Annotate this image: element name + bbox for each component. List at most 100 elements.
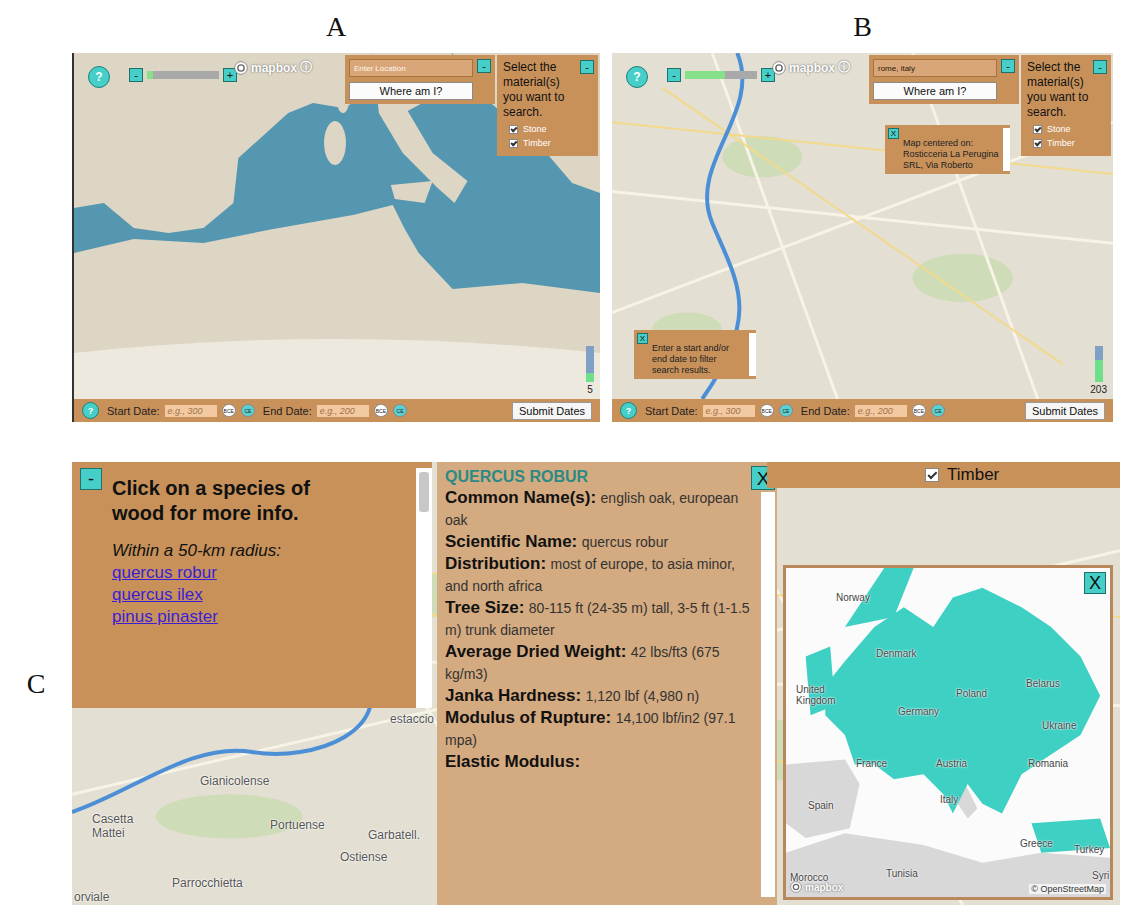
- species-field: Average Dried Weight: 42 lbs/ft3 (675 kg…: [445, 641, 755, 685]
- species-link[interactable]: pinus pinaster: [112, 606, 406, 628]
- country-label: Tunisia: [886, 868, 918, 879]
- country-label: France: [856, 758, 887, 769]
- country-label: Italy: [940, 794, 958, 805]
- materials-title: Select the material(s) you want to searc…: [1027, 60, 1091, 120]
- scrollbar[interactable]: [416, 468, 432, 708]
- era-toggle[interactable]: BCE: [760, 404, 774, 417]
- era-toggle[interactable]: BCE: [222, 404, 236, 417]
- species-title: QUERCUS ROBUR: [445, 466, 755, 487]
- panel-label: B: [612, 0, 1113, 53]
- map-label: Casetta Mattei: [92, 812, 162, 840]
- checkbox[interactable]: [1033, 139, 1042, 148]
- attribution[interactable]: © OpenStreetMap: [1029, 884, 1106, 894]
- scrollbar[interactable]: [749, 333, 756, 376]
- help-button[interactable]: ?: [88, 66, 110, 88]
- map-label: Garbatell.: [368, 828, 420, 842]
- map-area[interactable]: ?-+mapboxⓘEnter LocationWhere am I?-Sele…: [74, 53, 600, 399]
- where-am-i-button[interactable]: Where am I?: [349, 82, 473, 100]
- collapse-button[interactable]: -: [1093, 60, 1107, 74]
- result-count: 5: [586, 346, 594, 395]
- species-field: Distribution: most of europe, to asia mi…: [445, 553, 755, 597]
- map-app-panel: ?-+mapboxⓘEnter LocationWhere am I?-Sele…: [72, 53, 600, 422]
- country-label: Denmark: [876, 648, 917, 659]
- country-label: Austria: [936, 758, 967, 769]
- submit-dates-button[interactable]: Submit Dates: [512, 402, 592, 420]
- scrollbar[interactable]: [1003, 128, 1010, 171]
- popup-text: Enter a start and/or end date to filter …: [652, 333, 745, 376]
- start-date-input[interactable]: e.g., 300: [165, 405, 217, 417]
- count-bar: [586, 346, 594, 382]
- distribution-map[interactable]: Norway Denmark United Kingdom Germany Poland…: [783, 565, 1113, 900]
- help-button[interactable]: ?: [620, 402, 637, 419]
- date-filter-bar: ?Start Date:e.g., 300BCECEEnd Date:e.g.,…: [74, 399, 600, 422]
- help-button[interactable]: ?: [626, 66, 648, 88]
- country-label: Turkey: [1074, 844, 1104, 855]
- species-field: Tree Size: 80-115 ft (24-35 m) tall, 3-5…: [445, 597, 755, 641]
- era-toggle[interactable]: BCE: [374, 404, 388, 417]
- map-label: Portuense: [270, 818, 325, 832]
- country-label: United Kingdom: [796, 684, 848, 706]
- mapbox-logo[interactable]: mapboxⓘ: [772, 59, 850, 76]
- species-field: Common Name(s): english oak, european oa…: [445, 487, 755, 531]
- map-area[interactable]: ?-+mapboxⓘrome, italyWhere am I?-Select …: [612, 53, 1113, 399]
- location-input[interactable]: Enter Location: [349, 59, 473, 77]
- end-date-input[interactable]: e.g., 200: [855, 405, 907, 417]
- zoom-out-button[interactable]: -: [129, 68, 143, 82]
- species-link[interactable]: quercus robur: [112, 562, 406, 584]
- collapse-button[interactable]: -: [80, 468, 102, 490]
- where-am-i-button[interactable]: Where am I?: [873, 82, 997, 100]
- close-button[interactable]: X: [1084, 572, 1106, 594]
- range-map-drawing: [786, 568, 1110, 897]
- materials-panel: Select the material(s) you want to searc…: [1021, 55, 1111, 156]
- scrollbar[interactable]: [761, 492, 775, 897]
- checkbox[interactable]: [1033, 125, 1042, 134]
- info-popup: X Map centered on: Rosticceria La Perugin…: [885, 125, 1010, 174]
- search-panel: rome, italy Where am I?-: [869, 55, 1019, 104]
- material-option[interactable]: Timber: [915, 462, 1120, 488]
- country-label: Norway: [836, 592, 870, 603]
- collapse-button[interactable]: -: [580, 60, 594, 74]
- zoom-out-button[interactable]: -: [667, 68, 681, 82]
- era-toggle[interactable]: CE: [393, 404, 407, 417]
- close-button[interactable]: X: [888, 128, 899, 139]
- zoom-slider[interactable]: [147, 71, 219, 79]
- mapbox-logo[interactable]: mapboxⓘ: [234, 59, 312, 76]
- collapse-button[interactable]: -: [477, 59, 491, 73]
- zoom-control[interactable]: -+: [129, 68, 237, 82]
- species-field: Scientific Name: quercus robur: [445, 531, 755, 553]
- country-label: Syri: [1092, 870, 1109, 881]
- date-filter-bar: ?Start Date:e.g., 300BCECEEnd Date:e.g.,…: [612, 399, 1113, 422]
- popup-text: Map centered on: Rosticceria La Perugina…: [903, 128, 999, 171]
- map-label: Ostiense: [340, 850, 387, 864]
- help-button[interactable]: ?: [82, 402, 99, 419]
- species-link[interactable]: quercus ilex: [112, 584, 406, 606]
- figure: A?-+mapboxⓘEnter LocationWhere am I?-Sel…: [0, 0, 1137, 917]
- material-option[interactable]: Timber: [1027, 138, 1107, 148]
- checkbox[interactable]: [925, 468, 939, 482]
- location-input[interactable]: rome, italy: [873, 59, 997, 77]
- map-app-panel: ?-+mapboxⓘrome, italyWhere am I?-Select …: [612, 53, 1113, 422]
- era-toggle[interactable]: CE: [779, 404, 793, 417]
- era-toggle[interactable]: BCE: [912, 404, 926, 417]
- submit-dates-button[interactable]: Submit Dates: [1025, 402, 1105, 420]
- era-toggle[interactable]: CE: [931, 404, 945, 417]
- checkbox[interactable]: [509, 125, 518, 134]
- materials-panel: Select the material(s) you want to searc…: [497, 55, 598, 156]
- species-detail-view: GianicolenseCasetta MatteiPortuenseGarba…: [72, 462, 1120, 905]
- collapse-button[interactable]: -: [1001, 59, 1015, 73]
- era-toggle[interactable]: CE: [241, 404, 255, 417]
- country-label: Germany: [898, 706, 939, 717]
- material-option[interactable]: Stone: [503, 124, 594, 134]
- country-label: Spain: [808, 800, 834, 811]
- checkbox[interactable]: [509, 139, 518, 148]
- close-button[interactable]: X: [637, 333, 648, 344]
- material-option[interactable]: Stone: [1027, 124, 1107, 134]
- material-option[interactable]: Timber: [503, 138, 594, 148]
- zoom-slider[interactable]: [685, 71, 757, 79]
- zoom-control[interactable]: -+: [667, 68, 775, 82]
- country-label: Greece: [1020, 838, 1053, 849]
- start-date-input[interactable]: e.g., 300: [703, 405, 755, 417]
- country-label: Poland: [956, 688, 987, 699]
- mapbox-logo[interactable]: mapbox: [790, 881, 843, 893]
- end-date-input[interactable]: e.g., 200: [317, 405, 369, 417]
